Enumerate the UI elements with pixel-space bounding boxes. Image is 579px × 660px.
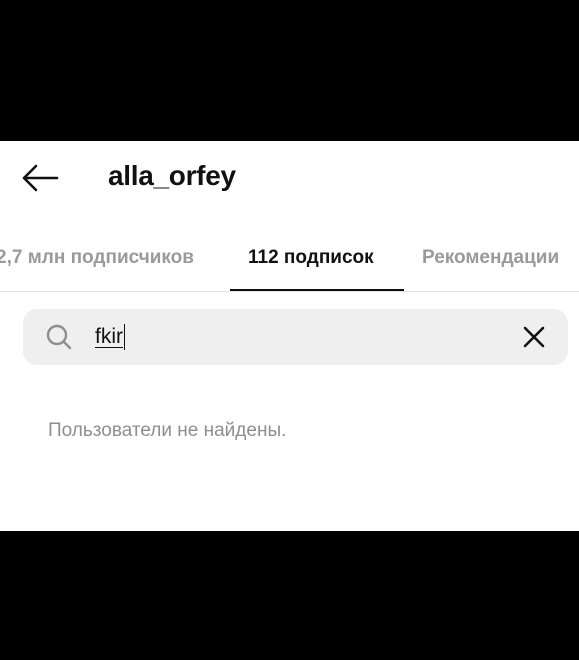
search-icon bbox=[46, 324, 72, 350]
following-list-screen: alla_orfey 2,7 млн подписчиков 112 подпи… bbox=[0, 141, 579, 531]
search-input[interactable]: fkir bbox=[95, 319, 495, 355]
search-input-value: fkir bbox=[95, 325, 123, 348]
text-caret bbox=[124, 324, 125, 350]
tabs-divider bbox=[0, 291, 579, 292]
search-bar[interactable]: fkir bbox=[23, 309, 568, 365]
close-icon[interactable] bbox=[520, 323, 548, 351]
header: alla_orfey bbox=[0, 141, 579, 213]
tab-bar: 2,7 млн подписчиков 112 подписок Рекомен… bbox=[0, 227, 579, 293]
tab-recommendations[interactable]: Рекомендации bbox=[422, 227, 559, 289]
arrow-left-icon bbox=[22, 164, 59, 192]
empty-results-message: Пользователи не найдены. bbox=[48, 420, 287, 441]
back-button[interactable] bbox=[18, 158, 62, 198]
profile-username-title: alla_orfey bbox=[108, 160, 236, 191]
tab-following[interactable]: 112 подписок bbox=[248, 227, 374, 289]
tab-followers[interactable]: 2,7 млн подписчиков bbox=[0, 227, 194, 289]
